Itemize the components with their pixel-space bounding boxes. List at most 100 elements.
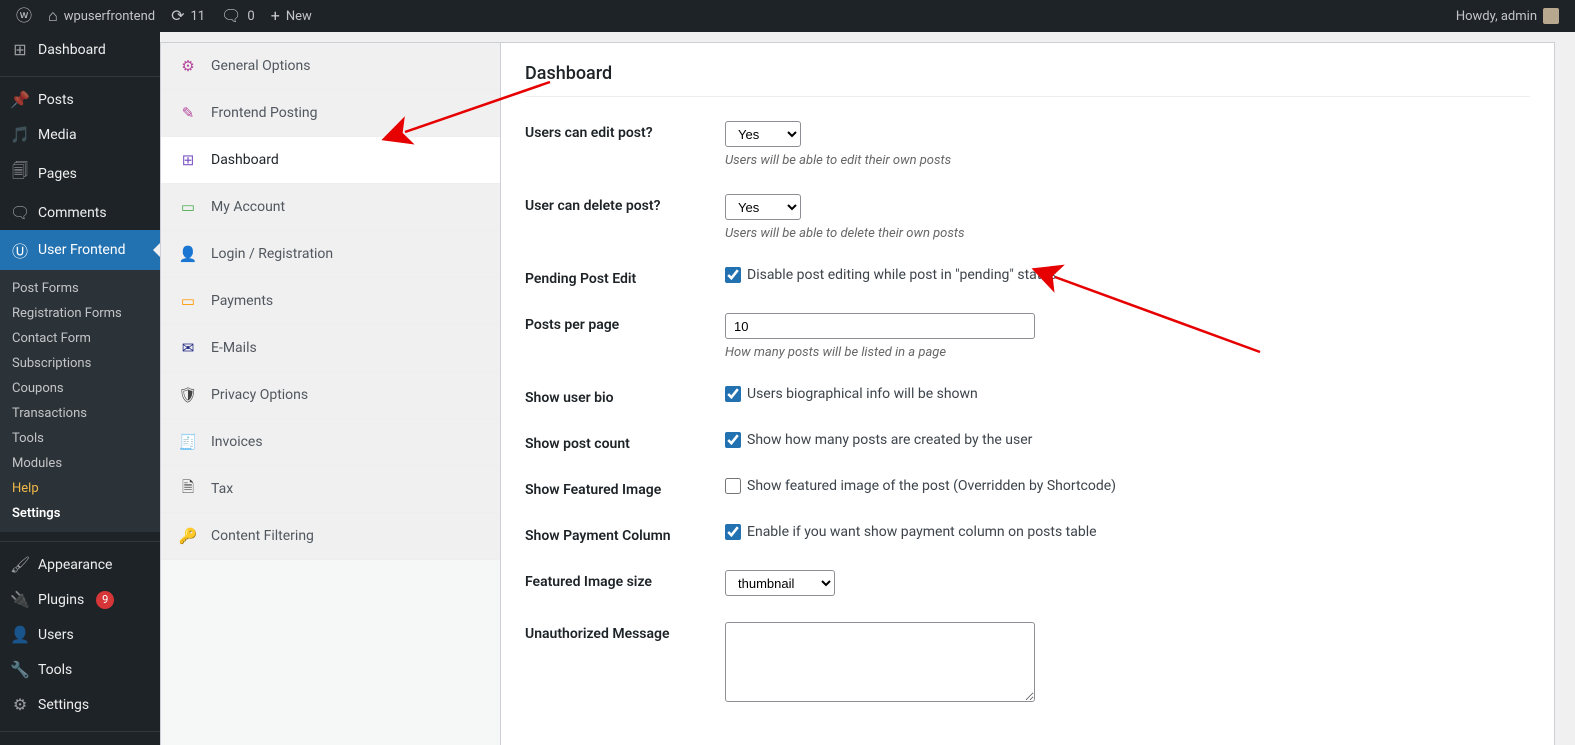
- label-users-delete: User can delete post?: [525, 194, 725, 241]
- comment-icon: 🗨: [10, 203, 30, 222]
- menu-settings[interactable]: ⚙Settings: [0, 687, 160, 722]
- submenu-tools[interactable]: Tools: [0, 426, 160, 451]
- site-name-link[interactable]: ⌂ wpuserfrontend: [40, 0, 163, 32]
- desc-posts-per-page: How many posts will be listed in a page: [725, 345, 1530, 360]
- menu-tools[interactable]: 🔧Tools: [0, 652, 160, 687]
- tab-general[interactable]: ⚙General Options: [161, 43, 500, 90]
- account-link[interactable]: Howdy, admin: [1448, 0, 1567, 32]
- label-show-bio: Show user bio: [525, 386, 725, 406]
- brush-icon: 🖌: [10, 555, 30, 574]
- pin-icon: 📌: [10, 90, 30, 109]
- comments-link[interactable]: 🗨0: [213, 0, 263, 32]
- edit-icon: ✎: [179, 104, 197, 122]
- sliders-icon: ⚙: [10, 695, 30, 714]
- comments-count: 0: [247, 9, 254, 24]
- tab-my-account[interactable]: ▭My Account: [161, 184, 500, 231]
- comment-icon: 🗨: [221, 8, 241, 24]
- check-show-bio-label[interactable]: Users biographical info will be shown: [725, 386, 1530, 402]
- check-payment-column-label[interactable]: Enable if you want show payment column o…: [725, 524, 1530, 540]
- submenu-modules[interactable]: Modules: [0, 451, 160, 476]
- label-pending-edit: Pending Post Edit: [525, 267, 725, 287]
- label-featured-image: Show Featured Image: [525, 478, 725, 498]
- collapse-menu[interactable]: ◀Collapse menu: [0, 737, 160, 745]
- plugin-icon: 🔌: [10, 590, 30, 609]
- mail-icon: ✉: [179, 339, 197, 357]
- site-name: wpuserfrontend: [64, 9, 155, 24]
- user-icon: 👤: [10, 625, 30, 644]
- update-icon: ⟳: [171, 8, 184, 24]
- check-pending-edit-label[interactable]: Disable post editing while post in "pend…: [725, 267, 1530, 283]
- menu-media[interactable]: 🎵Media: [0, 117, 160, 152]
- person-icon: 👤: [179, 245, 197, 263]
- check-featured-image-label[interactable]: Show featured image of the post (Overrid…: [725, 478, 1530, 494]
- tab-tax[interactable]: 🗎Tax: [161, 466, 500, 513]
- plugins-count-badge: 9: [96, 591, 114, 609]
- tab-login[interactable]: 👤Login / Registration: [161, 231, 500, 278]
- menu-users[interactable]: 👤Users: [0, 617, 160, 652]
- menu-posts[interactable]: 📌Posts: [0, 82, 160, 117]
- check-featured-image[interactable]: [725, 478, 741, 494]
- tab-privacy[interactable]: 🛡Privacy Options: [161, 372, 500, 419]
- howdy-text: Howdy, admin: [1456, 9, 1537, 24]
- submenu-subscriptions[interactable]: Subscriptions: [0, 351, 160, 376]
- menu-appearance[interactable]: 🖌Appearance: [0, 547, 160, 582]
- label-show-count: Show post count: [525, 432, 725, 452]
- submenu-coupons[interactable]: Coupons: [0, 376, 160, 401]
- tab-dashboard[interactable]: ⊞Dashboard: [161, 137, 500, 184]
- content-area: ⚙General Options ✎Frontend Posting ⊞Dash…: [160, 32, 1575, 745]
- submenu-transactions[interactable]: Transactions: [0, 401, 160, 426]
- check-show-bio[interactable]: [725, 386, 741, 402]
- check-show-count[interactable]: [725, 432, 741, 448]
- label-users-edit: Users can edit post?: [525, 121, 725, 168]
- submenu-settings[interactable]: Settings: [0, 501, 160, 526]
- page-icon: 🗐: [10, 160, 30, 187]
- home-icon: ⌂: [48, 8, 58, 24]
- check-show-count-label[interactable]: Show how many posts are created by the u…: [725, 432, 1530, 448]
- admin-menu: ⊞Dashboard 📌Posts 🎵Media 🗐Pages 🗨Comment…: [0, 32, 160, 745]
- tab-emails[interactable]: ✉E-Mails: [161, 325, 500, 372]
- updates-count: 11: [190, 9, 205, 24]
- user-frontend-icon: Ⓤ: [10, 238, 30, 262]
- submenu-post-forms[interactable]: Post Forms: [0, 276, 160, 301]
- media-icon: 🎵: [10, 125, 30, 144]
- desc-users-delete: Users will be able to delete their own p…: [725, 226, 1530, 241]
- document-icon: 🗎: [179, 480, 197, 498]
- credit-card-icon: ▭: [179, 292, 197, 310]
- dashboard-icon: ⊞: [10, 40, 30, 59]
- user-frontend-submenu: Post Forms Registration Forms Contact Fo…: [0, 270, 160, 532]
- wrench-icon: 🔧: [10, 660, 30, 679]
- check-pending-edit[interactable]: [725, 267, 741, 283]
- wordpress-icon: ⓦ: [16, 8, 32, 24]
- tab-invoices[interactable]: 🧾Invoices: [161, 419, 500, 466]
- submenu-registration-forms[interactable]: Registration Forms: [0, 301, 160, 326]
- tab-payments[interactable]: ▭Payments: [161, 278, 500, 325]
- menu-comments[interactable]: 🗨Comments: [0, 195, 160, 230]
- menu-pages[interactable]: 🗐Pages: [0, 152, 160, 195]
- gear-icon: ⚙: [179, 57, 197, 75]
- new-content-link[interactable]: + New: [263, 0, 320, 32]
- key-icon: 🔑: [179, 527, 197, 545]
- tab-frontend-posting[interactable]: ✎Frontend Posting: [161, 90, 500, 137]
- admin-bar: ⓦ ⌂wpuserfrontend ⟳11 🗨0 +New Howdy, adm…: [0, 0, 1575, 32]
- menu-plugins[interactable]: 🔌Plugins9: [0, 582, 160, 617]
- menu-dashboard[interactable]: ⊞Dashboard: [0, 32, 160, 67]
- label-posts-per-page: Posts per page: [525, 313, 725, 360]
- wp-logo-link[interactable]: ⓦ: [8, 0, 40, 32]
- check-payment-column[interactable]: [725, 524, 741, 540]
- label-unauth-message: Unauthorized Message: [525, 622, 725, 706]
- select-image-size[interactable]: thumbnail: [725, 570, 835, 596]
- select-users-delete[interactable]: Yes: [725, 194, 801, 220]
- input-posts-per-page[interactable]: [725, 313, 1035, 339]
- settings-panel: Dashboard Users can edit post? Yes Users…: [500, 42, 1555, 745]
- submenu-help[interactable]: Help: [0, 476, 160, 501]
- menu-user-frontend[interactable]: ⓊUser Frontend: [0, 230, 160, 270]
- new-label: New: [286, 9, 312, 24]
- plus-icon: +: [271, 8, 280, 24]
- tab-content-filtering[interactable]: 🔑Content Filtering: [161, 513, 500, 560]
- textarea-unauth-message[interactable]: [725, 622, 1035, 702]
- submenu-contact-form[interactable]: Contact Form: [0, 326, 160, 351]
- desc-users-edit: Users will be able to edit their own pos…: [725, 153, 1530, 168]
- select-users-edit[interactable]: Yes: [725, 121, 801, 147]
- label-image-size: Featured Image size: [525, 570, 725, 596]
- updates-link[interactable]: ⟳ 11: [163, 0, 213, 32]
